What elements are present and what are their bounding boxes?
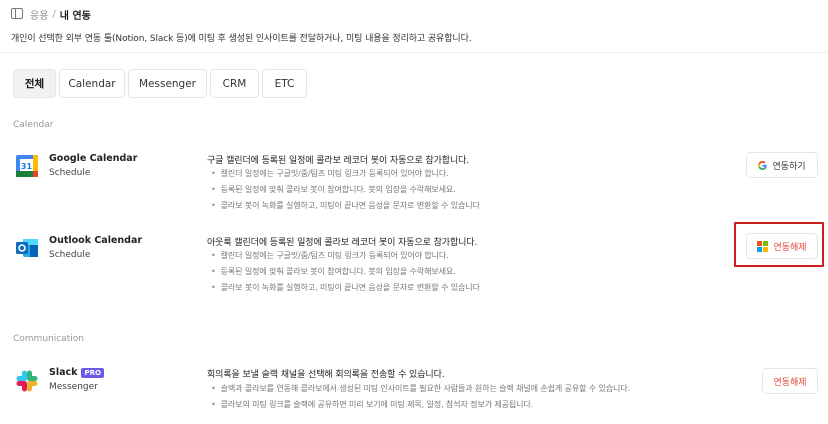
tab-messenger[interactable]: Messenger (128, 69, 207, 98)
breadcrumb: 응용 / 내 연동 (30, 7, 91, 22)
app-category-slack: Messenger (49, 382, 98, 392)
app-name-slack-label: Slack (49, 367, 78, 378)
outlook-icon (16, 239, 38, 257)
tab-crm[interactable]: CRM (210, 69, 259, 98)
list-item: 등록된 일정에 맞춰 콜라보 봇이 참여합니다. 봇의 입장을 수락해보세요. (211, 264, 480, 280)
top-bar: 응용 / 내 연동 (0, 0, 828, 28)
header-divider (0, 52, 828, 53)
google-g-icon (758, 160, 768, 170)
category-tabs: 전체 Calendar Messenger CRM ETC (13, 69, 307, 98)
integration-row-outlook-calendar: Outlook Calendar Schedule 아웃룩 캘린더에 등록된 일… (0, 232, 828, 297)
slack-headline: 회의록을 보낼 슬랙 채널을 선택해 회의록을 전송할 수 있습니다. (207, 370, 445, 380)
outlook-calendar-bullets: 캘린더 일정에는 구글밋/줌/팀즈 미팅 링크가 등록되어 있어야 합니다. 등… (211, 248, 480, 296)
list-item: 캘린더 일정에는 구글밋/줌/팀즈 미팅 링크가 등록되어 있어야 합니다. (211, 248, 480, 264)
slack-bullets: 슬랙과 콜라보를 연동해 콜라보에서 생성된 미팅 인사이트를 필요한 사람들과… (211, 381, 630, 413)
google-calendar-bullets: 캘린더 일정에는 구글밋/줌/팀즈 미팅 링크가 등록되어 있어야 합니다. 등… (211, 166, 480, 214)
slack-icon (16, 370, 38, 392)
page-description: 개인이 선택한 외부 연동 툴(Notion, Slack 등)에 미팅 후 생… (11, 34, 472, 44)
tab-calendar[interactable]: Calendar (59, 69, 125, 98)
integration-row-google-calendar: 31 Google Calendar Schedule 구글 캘린더에 등록된 … (0, 150, 828, 215)
app-name-outlook-calendar: Outlook Calendar (49, 235, 143, 246)
google-calendar-headline: 구글 캘린더에 등록된 일정에 콜라보 레코더 봇이 자동으로 참가합니다. (207, 156, 470, 166)
outlook-calendar-headline: 아웃룩 캘린더에 등록된 일정에 콜라보 레코더 봇이 자동으로 참가합니다. (207, 238, 478, 248)
section-title-calendar: Calendar (13, 120, 54, 130)
app-name-google-calendar: Google Calendar (49, 153, 138, 164)
tab-etc[interactable]: ETC (262, 69, 307, 98)
google-calendar-connect-button[interactable]: 연동하기 (746, 152, 818, 178)
app-name-slack: Slack PRO (49, 367, 104, 378)
section-title-communication: Communication (13, 334, 84, 344)
list-item: 등록된 일정에 맞춰 콜라보 봇이 참여합니다. 봇의 입장을 수락해보세요. (211, 182, 480, 198)
app-category-google-calendar: Schedule (49, 168, 91, 178)
list-item: 캘린더 일정에는 구글밋/줌/팀즈 미팅 링크가 등록되어 있어야 합니다. (211, 166, 480, 182)
google-calendar-icon: 31 (16, 155, 38, 177)
list-item: 콜라보 봇이 녹화를 실행하고, 미팅이 끝나면 음성을 문자로 변환할 수 있… (211, 198, 480, 214)
slack-disconnect-label: 연동해제 (773, 377, 807, 388)
integration-row-slack: Slack PRO Messenger 회의록을 보낼 슬랙 채널을 선택해 회… (0, 364, 828, 419)
slack-disconnect-button[interactable]: 연동해제 (762, 368, 818, 394)
list-item: 콜라보의 미팅 링크를 슬랙에 공유하면 미리 보기에 미팅 제목, 일정, 참… (211, 397, 630, 413)
tab-all[interactable]: 전체 (13, 69, 56, 98)
highlight-box (734, 222, 824, 267)
breadcrumb-current: 내 연동 (59, 11, 91, 22)
list-item: 슬랙과 콜라보를 연동해 콜라보에서 생성된 미팅 인사이트를 필요한 사람들과… (211, 381, 630, 397)
pro-badge: PRO (81, 367, 104, 378)
google-calendar-connect-label: 연동하기 (772, 161, 806, 172)
breadcrumb-parent[interactable]: 응용 (30, 7, 48, 22)
svg-text:31: 31 (21, 162, 33, 171)
breadcrumb-separator: / (52, 9, 56, 20)
app-category-outlook-calendar: Schedule (49, 250, 91, 260)
sidebar-toggle-icon[interactable] (11, 8, 23, 19)
list-item: 콜라보 봇이 녹화를 실행하고, 미팅이 끝나면 음성을 문자로 변환할 수 있… (211, 280, 480, 296)
